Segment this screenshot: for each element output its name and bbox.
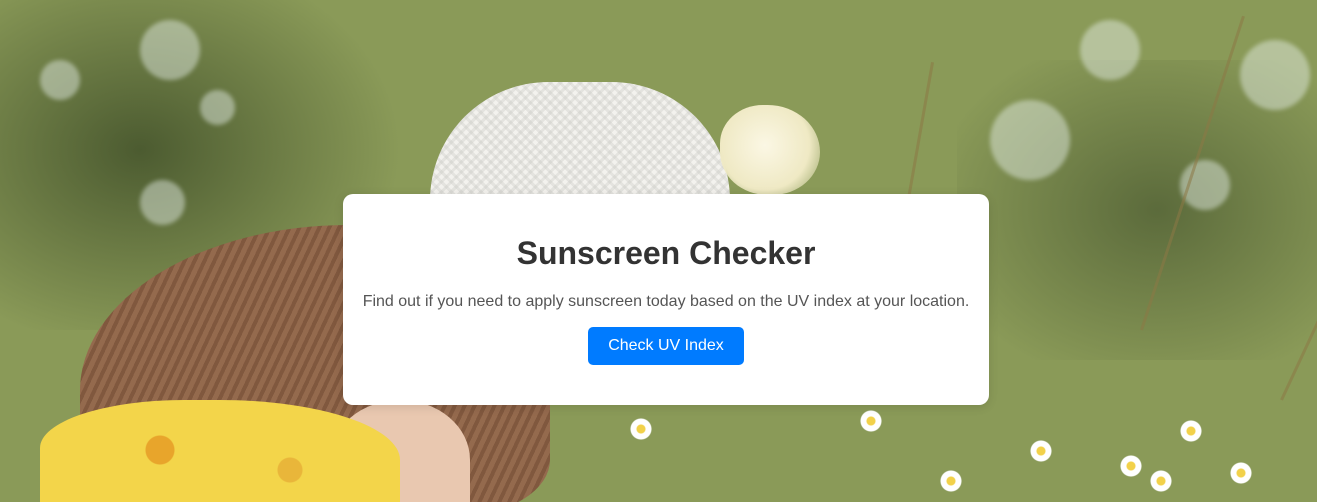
sunscreen-card: Sunscreen Checker Find out if you need t… [343, 194, 989, 405]
card-description: Find out if you need to apply sunscreen … [362, 293, 970, 310]
bokeh-light [140, 20, 200, 80]
bokeh-light [140, 180, 185, 225]
bokeh-light [1240, 40, 1310, 110]
card-title: Sunscreen Checker [516, 235, 816, 271]
daisy-flower [630, 418, 652, 440]
bokeh-light [1080, 20, 1140, 80]
daisy-flower [1150, 470, 1172, 492]
hat-flower [720, 105, 820, 195]
daisy-flower [1120, 455, 1142, 477]
bokeh-light [990, 100, 1070, 180]
bokeh-light [40, 60, 80, 100]
daisy-flower [940, 470, 962, 492]
daisy-flower [1230, 462, 1252, 484]
daisy-flower [1030, 440, 1052, 462]
daisy-flower [1180, 420, 1202, 442]
bokeh-light [200, 90, 235, 125]
grass-stalk [905, 62, 935, 211]
background-photo: Sunscreen Checker Find out if you need t… [0, 0, 1317, 502]
check-uv-index-button[interactable]: Check UV Index [588, 327, 744, 365]
daisy-flower [860, 410, 882, 432]
